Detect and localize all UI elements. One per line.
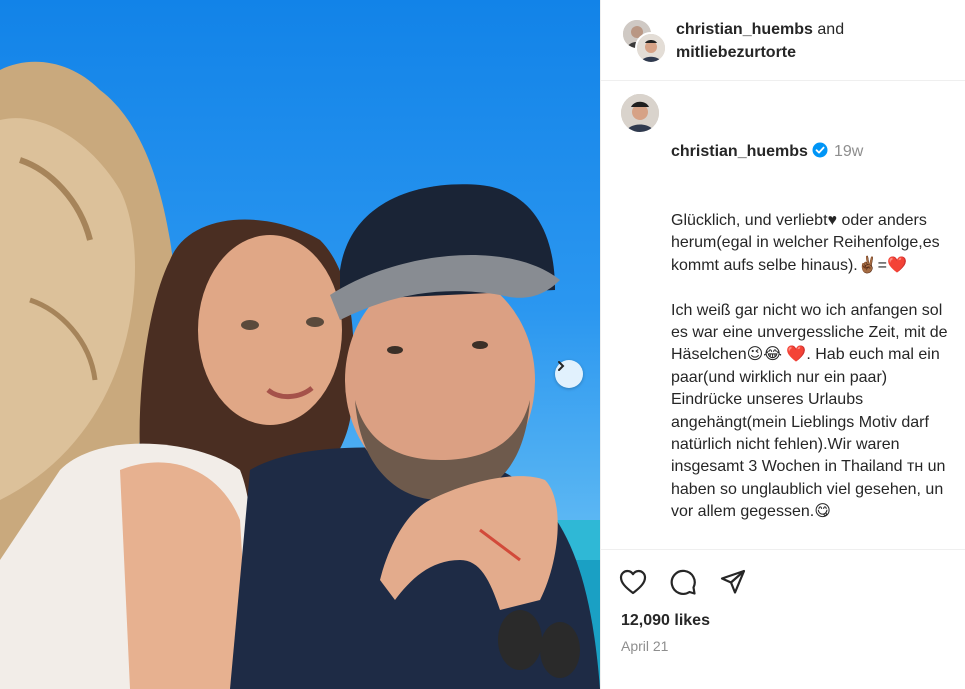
caption-line: insgesamt 3 Wochen in Thailand ᴛʜ un: [671, 458, 946, 476]
caption-line: kommt aufs selbe hinaus).✌🏾=❤️: [671, 256, 907, 274]
caption-line: vor allem gegessen.😋: [671, 503, 831, 521]
likes-count[interactable]: 12,090 likes: [621, 612, 710, 630]
caption-line: Eindrücke unseres Urlaubs: [671, 391, 864, 409]
caption-text: Glücklich, und verliebt♥ oder anders heru…: [671, 210, 965, 549]
header-username-2[interactable]: mitliebezurtorte: [676, 44, 796, 61]
caption-timestamp[interactable]: 19w: [834, 143, 863, 160]
caption-username[interactable]: christian_huembs: [671, 143, 808, 160]
photo-illustration: [0, 61, 600, 689]
share-icon: [719, 568, 747, 601]
caption-line: Häselchen😉😂 ❤️. Hab euch mal ein: [671, 346, 940, 364]
comment-icon: [669, 568, 697, 601]
post-side-panel: christian_huembs and mitliebezurtorte ch…: [600, 0, 965, 689]
next-photo-button[interactable]: [555, 360, 583, 388]
caption-line: Glücklich, und verliebt♥ oder anders: [671, 212, 927, 230]
verified-badge-icon: [812, 142, 828, 165]
caption-line: paar(und wirklich nur ein paar): [671, 368, 888, 386]
caption-line: Wer von euch hat den schon mal Urlau: [671, 546, 965, 549]
avatar-user2[interactable]: [635, 32, 667, 64]
header-and-text: and: [817, 21, 845, 38]
post-date[interactable]: April 21: [621, 638, 668, 654]
heart-icon: [619, 569, 647, 600]
caption-line: [671, 277, 965, 299]
collab-names: christian_huembs and mitliebezurtorte: [676, 18, 844, 64]
comment-button[interactable]: [667, 568, 699, 600]
post-header: christian_huembs and mitliebezurtorte: [601, 0, 965, 81]
caption-line: [671, 524, 965, 546]
caption-line: herum(egal in welcher Reihenfolge,es: [671, 234, 940, 252]
header-username-1[interactable]: christian_huembs: [676, 21, 813, 38]
caption-line: es war eine unvergessliche Zeit, mit de: [671, 324, 948, 342]
post-photo[interactable]: [0, 0, 600, 689]
collab-avatars[interactable]: [621, 18, 667, 64]
caption-line: natürlich nicht fehlen).Wir waren: [671, 436, 900, 454]
caption-line: haben so unglaublich viel gesehen, un: [671, 480, 944, 498]
caption-line: Ich weiß gar nicht wo ich anfangen sol: [671, 301, 943, 319]
caption-avatar[interactable]: [621, 94, 659, 132]
like-button[interactable]: [617, 568, 649, 600]
action-bar: [619, 568, 821, 600]
share-button[interactable]: [717, 568, 749, 600]
caption-line: angehängt(mein Lieblings Motiv darf: [671, 413, 929, 431]
caption-body: christian_huembs 19w Glücklich, und verli…: [671, 96, 965, 549]
caption-area: christian_huembs 19w Glücklich, und verli…: [601, 82, 965, 550]
